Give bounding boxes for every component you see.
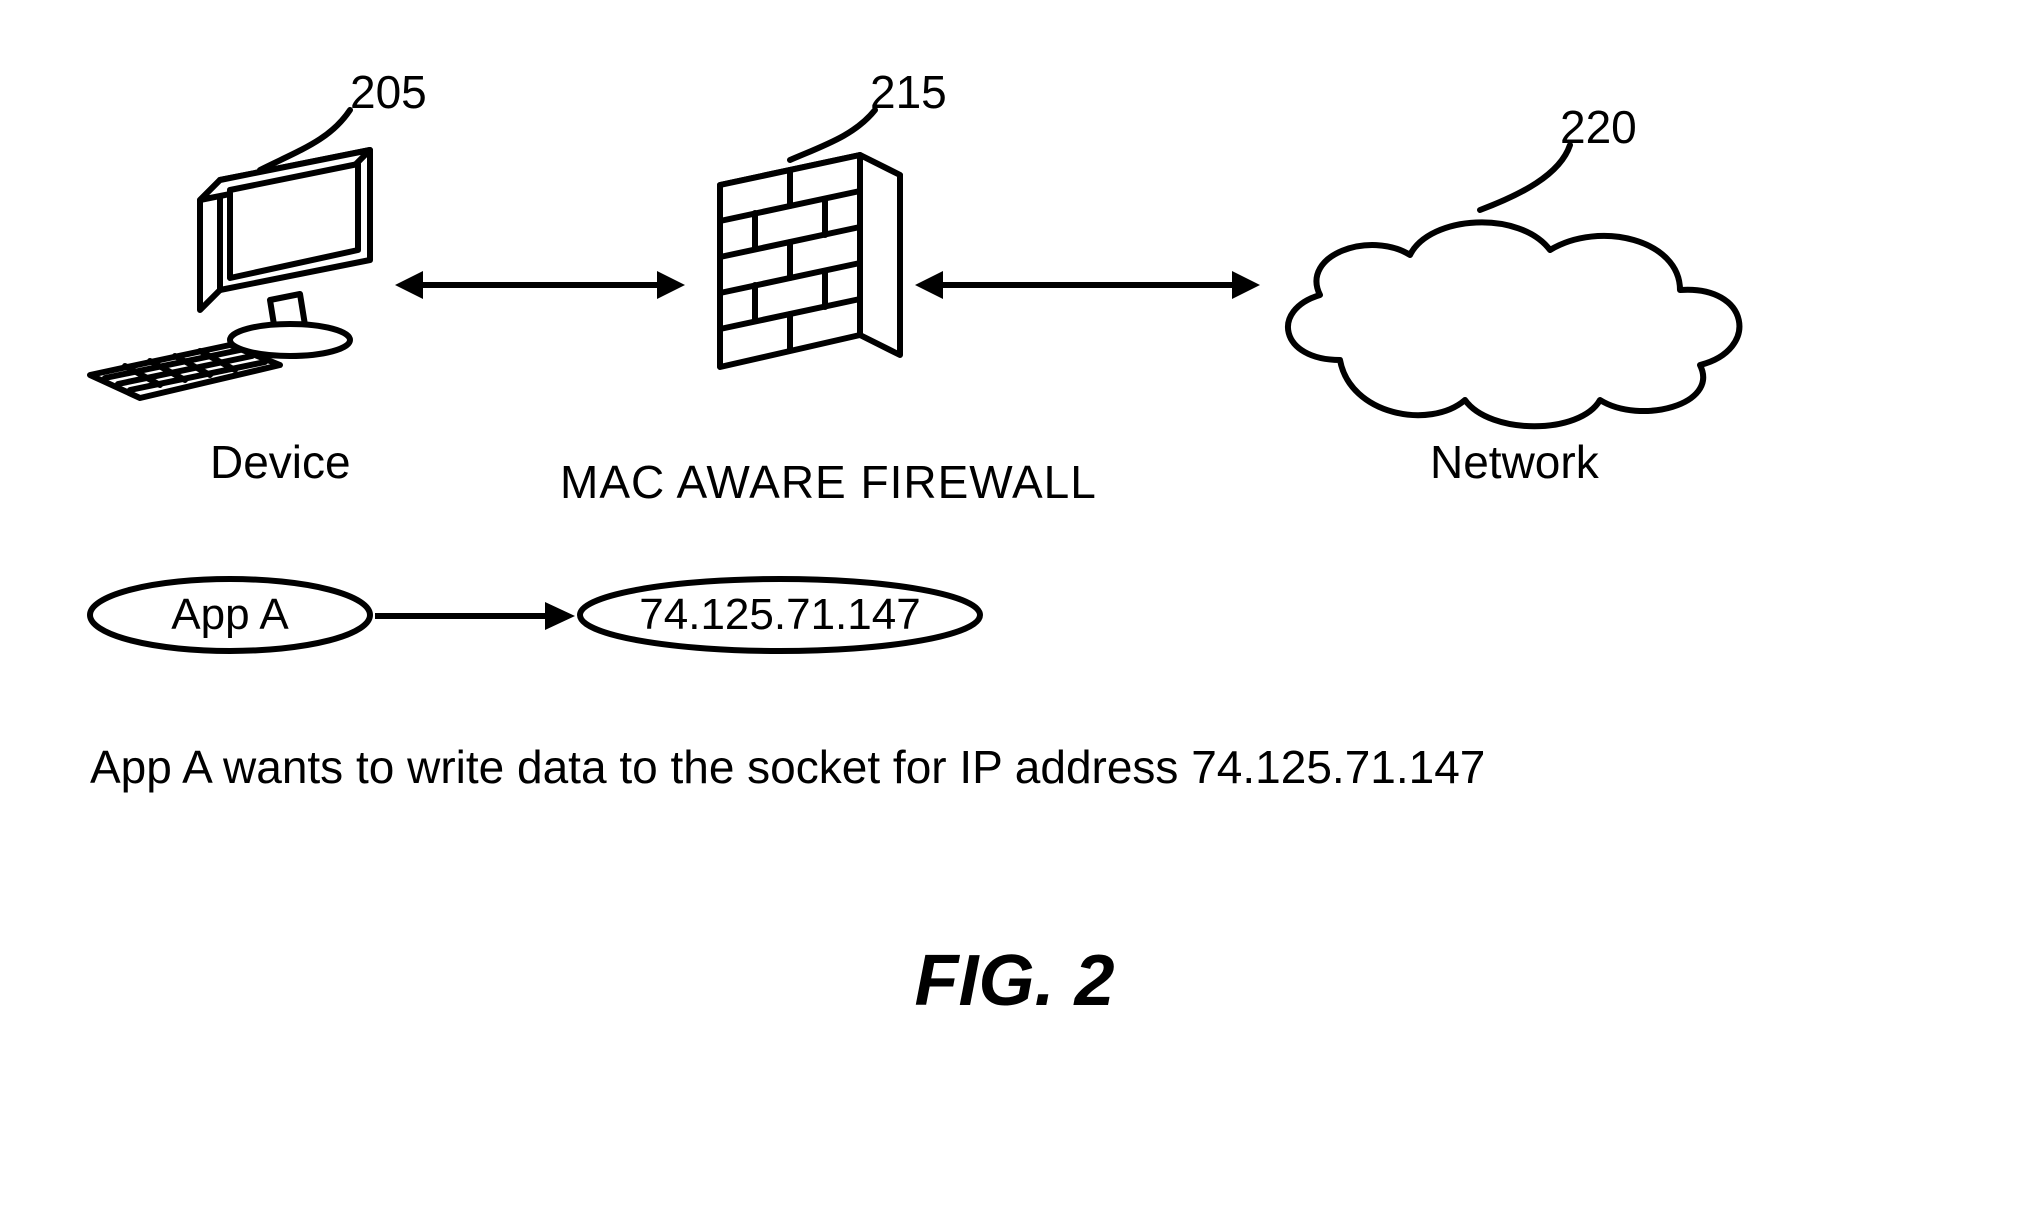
node-app: App A [85, 575, 375, 655]
right-arrow-icon [375, 598, 575, 639]
node-ip: 74.125.71.147 [575, 575, 985, 655]
device-icon [90, 140, 400, 440]
node-app-label: App A [171, 590, 288, 640]
device-label: Device [210, 435, 351, 489]
double-arrow-icon [915, 265, 1260, 310]
cloud-icon [1250, 200, 1770, 445]
network-label: Network [1430, 435, 1599, 489]
ref-label-device: 205 [350, 65, 427, 119]
figure-canvas: 205 215 220 [0, 0, 2029, 1207]
figure-title: FIG. 2 [0, 940, 2029, 1022]
caption-text: App A wants to write data to the socket … [90, 740, 1485, 794]
ref-label-firewall: 215 [870, 65, 947, 119]
double-arrow-icon [395, 265, 685, 310]
node-ip-label: 74.125.71.147 [639, 590, 920, 640]
firewall-icon [680, 155, 910, 415]
firewall-label: MAC AWARE FIREWALL [560, 455, 1097, 509]
